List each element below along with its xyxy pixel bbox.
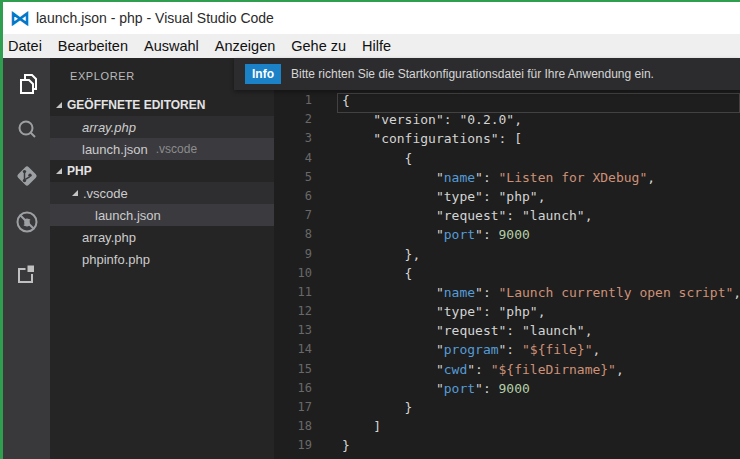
line-number: 8 <box>274 225 312 244</box>
file-item[interactable]: array.php <box>50 116 274 138</box>
code-line: 12 "type": "php", <box>274 302 740 321</box>
menu-bar: Datei Bearbeiten Auswahl Anzeigen Gehe zu Hil… <box>3 34 740 58</box>
line-number: 3 <box>274 129 312 148</box>
code-line: 19} <box>274 436 740 455</box>
line-number: 16 <box>274 379 312 398</box>
notification-toast: Info Bitte richten Sie die Startkonfigur… <box>234 58 740 90</box>
code-line: 15 "cwd": "${fileDirname}", <box>274 360 740 379</box>
code-line: 5 "name": "Listen for XDebug", <box>274 168 740 187</box>
code-line: 6 "type": "php", <box>274 187 740 206</box>
file-item[interactable]: phpinfo.php <box>50 248 274 270</box>
code-line: 10 { <box>274 264 740 283</box>
file-item[interactable]: array.php <box>50 226 274 248</box>
code-line: 17 } <box>274 398 740 417</box>
line-number: 7 <box>274 206 312 225</box>
files-icon[interactable] <box>14 71 40 97</box>
section-header[interactable]: GEÖFFNETE EDITOREN <box>50 94 274 116</box>
code-line: 11 "name": "Launch currently open script… <box>274 283 740 302</box>
file-item[interactable]: .vscode <box>50 182 274 204</box>
code-line: 2 "version": "0.2.0", <box>274 110 740 129</box>
menu-gehe-zu[interactable]: Gehe zu <box>291 38 346 54</box>
chevron-expanded-icon <box>56 102 62 108</box>
line-number: 19 <box>274 436 312 455</box>
sidebar-explorer: EXPLORER GEÖFFNETE EDITORENarray.phplaun… <box>50 58 274 459</box>
code-line: 18 ] <box>274 417 740 436</box>
line-number: 13 <box>274 321 312 340</box>
line-number: 14 <box>274 340 312 359</box>
line-number: 5 <box>274 168 312 187</box>
file-item[interactable]: launch.json.vscode <box>50 138 274 160</box>
menu-bearbeiten[interactable]: Bearbeiten <box>58 38 128 54</box>
debug-icon[interactable] <box>14 209 40 235</box>
activity-bar <box>3 58 50 459</box>
line-number: 18 <box>274 417 312 436</box>
notification-message: Bitte richten Sie die Startkonfiguration… <box>291 67 654 81</box>
code-line: 8 "port": 9000 <box>274 225 740 244</box>
vscode-logo-icon: ⋈ <box>10 8 30 28</box>
code-line: 4 { <box>274 149 740 168</box>
extensions-icon[interactable] <box>14 261 40 287</box>
code-line: 9 }, <box>274 245 740 264</box>
menu-hilfe[interactable]: Hilfe <box>362 38 391 54</box>
window-title: launch.json - php - Visual Studio Code <box>36 10 274 26</box>
source-control-icon[interactable] <box>14 163 40 189</box>
section-header[interactable]: PHP <box>50 160 274 182</box>
info-badge: Info <box>245 64 281 84</box>
line-number: 11 <box>274 283 312 302</box>
code-line: 3 "configurations": [ <box>274 129 740 148</box>
vscode-window: ⋈ launch.json - php - Visual Studio Code… <box>0 0 740 459</box>
line-number: 17 <box>274 398 312 417</box>
menu-auswahl[interactable]: Auswahl <box>144 38 199 54</box>
code-line: 1{ <box>274 91 740 110</box>
line-number: 4 <box>274 149 312 168</box>
search-icon[interactable] <box>14 117 40 143</box>
line-number: 15 <box>274 360 312 379</box>
line-number: 2 <box>274 110 312 129</box>
code-line: 7 "request": "launch", <box>274 206 740 225</box>
chevron-expanded-icon <box>72 190 78 196</box>
menu-anzeigen[interactable]: Anzeigen <box>215 38 275 54</box>
file-item[interactable]: launch.json <box>50 204 274 226</box>
code-line: 13 "request": "launch", <box>274 321 740 340</box>
line-number: 10 <box>274 264 312 283</box>
code-line: 14 "program": "${file}", <box>274 340 740 359</box>
line-number: 9 <box>274 245 312 264</box>
editor[interactable]: 1{2 "version": "0.2.0",3 "configurations… <box>274 58 740 459</box>
menu-datei[interactable]: Datei <box>8 38 42 54</box>
line-number: 1 <box>274 91 312 110</box>
workbench: EXPLORER GEÖFFNETE EDITORENarray.phplaun… <box>3 58 740 459</box>
title-bar: ⋈ launch.json - php - Visual Studio Code <box>3 2 740 34</box>
line-number: 6 <box>274 187 312 206</box>
line-number: 12 <box>274 302 312 321</box>
chevron-expanded-icon <box>56 168 62 174</box>
code-line: 16 "port": 9000 <box>274 379 740 398</box>
